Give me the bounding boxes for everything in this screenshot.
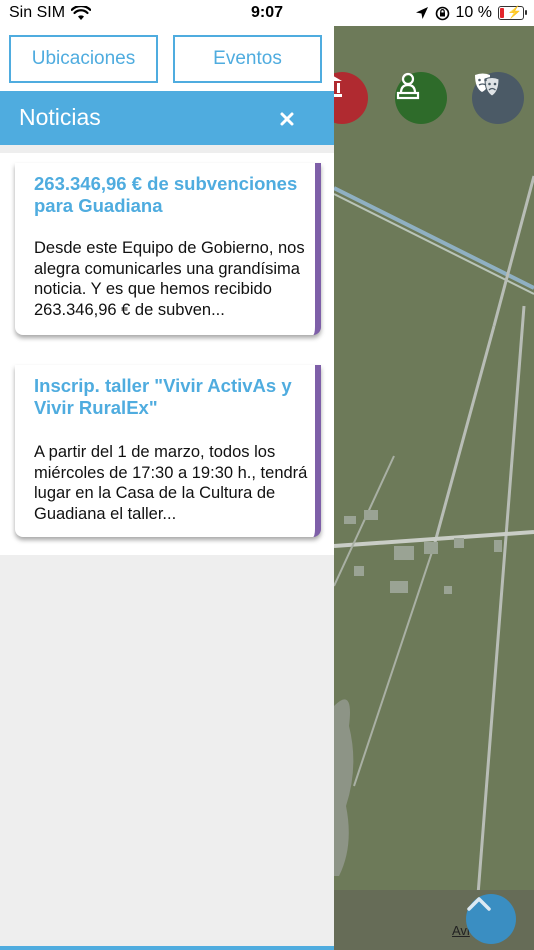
news-card-title[interactable]: 263.346,96 € de subvenciones para Guadia…: [34, 173, 304, 217]
map-roads: [334, 175, 534, 947]
news-title: Noticias: [19, 104, 101, 130]
news-card[interactable]: Inscrip. taller "Vivir ActivAs y Vivir R…: [15, 365, 321, 537]
monument-icon[interactable]: [395, 72, 447, 124]
location-arrow-icon: [415, 7, 428, 19]
tab-ubicaciones[interactable]: Ubicaciones: [9, 35, 158, 83]
status-right: 10 % ⚡: [415, 4, 527, 22]
status-bar: Sin SIM 9:07 10 % ⚡: [0, 0, 534, 26]
news-card-title[interactable]: Inscrip. taller "Vivir ActivAs y Vivir R…: [34, 375, 304, 419]
news-header: Noticias: [0, 91, 334, 145]
close-icon: [280, 112, 294, 126]
chevron-up-icon: [467, 897, 491, 911]
news-list: 263.346,96 € de subvenciones para Guadia…: [0, 153, 334, 555]
map-view[interactable]: Avi: [334, 26, 534, 950]
rotation-lock-icon: [435, 6, 449, 20]
news-card-excerpt: Desde este Equipo de Gobierno, nos alegr…: [34, 239, 305, 319]
theater-icon[interactable]: [472, 72, 524, 124]
scroll-up-button[interactable]: [466, 894, 516, 944]
side-panel: Ubicaciones Eventos Noticias 263.346,96 …: [0, 26, 334, 950]
tab-eventos[interactable]: Eventos: [173, 35, 322, 83]
news-card[interactable]: 263.346,96 € de subvenciones para Guadia…: [15, 163, 321, 335]
news-card-excerpt: A partir del 1 de marzo, todos los miérc…: [34, 443, 308, 523]
battery-percent: 10 %: [455, 4, 492, 21]
battery-icon: ⚡: [498, 5, 527, 20]
close-button[interactable]: [272, 104, 302, 134]
tab-bar: Ubicaciones Eventos: [0, 26, 334, 91]
bottom-accent-bar: [0, 946, 334, 950]
